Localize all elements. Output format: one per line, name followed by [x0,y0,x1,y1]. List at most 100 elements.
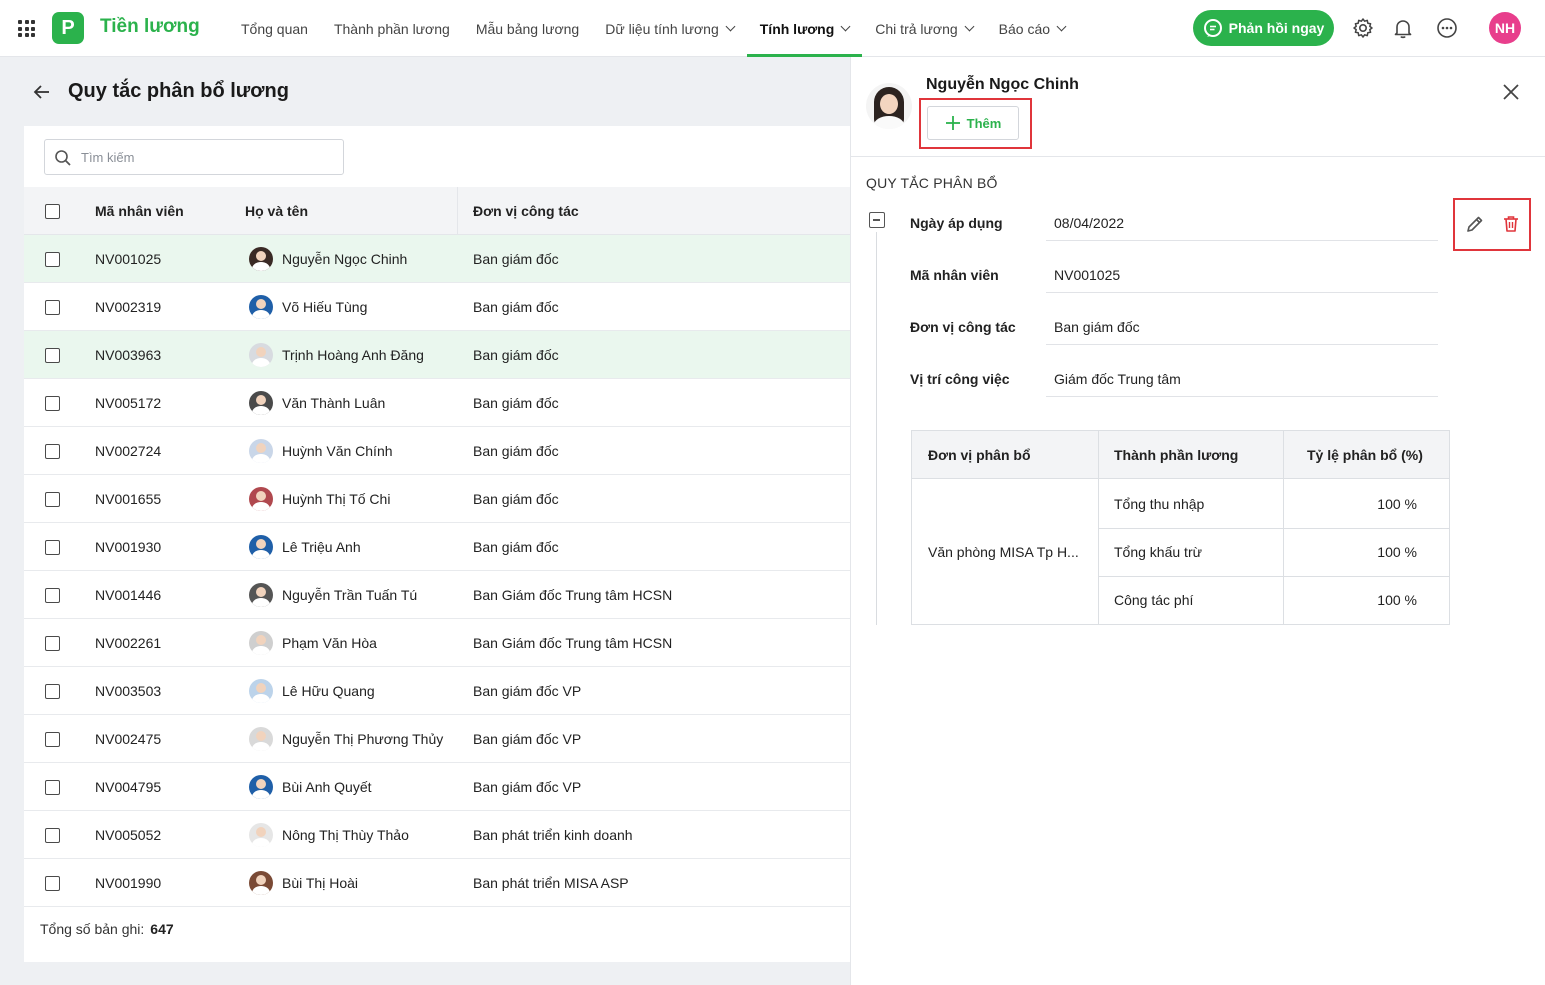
nav-item-label: Báo cáo [998,20,1051,37]
employee-name-cell: Phạm Văn Hòa [249,619,377,667]
table-row[interactable]: NV001990 Bùi Thị Hoài Ban phát triển MISA … [24,859,850,907]
nav-item[interactable]: Mẫu bảng lương [463,0,592,57]
employee-name: Võ Hiếu Tùng [282,299,368,315]
employee-name: Lê Hữu Quang [282,683,375,699]
avatar [249,631,273,655]
more-options-icon[interactable] [1436,17,1458,39]
total-records-count: 647 [150,921,174,937]
notification-bell-icon[interactable] [1392,17,1414,39]
row-checkbox[interactable] [45,780,60,795]
nav-item[interactable]: Chi trả lương [862,0,985,57]
apps-grid-icon[interactable] [18,20,35,37]
employee-code: NV001990 [95,875,162,891]
search-icon [55,150,71,166]
table-row[interactable]: NV001655 Huỳnh Thị Tố Chi Ban giám đốc [24,475,850,523]
nav-item[interactable]: Tính lương [746,0,863,57]
employee-name: Bùi Thị Hoài [282,875,359,891]
table-row[interactable]: NV002724 Huỳnh Văn Chính Ban giám đốc [24,427,850,475]
employee-name: Nguyễn Ngọc Chinh [282,251,408,267]
allocation-table: Đơn vị phân bổ Thành phần lương Tỷ lệ ph… [911,430,1450,625]
employee-name-cell: Lê Hữu Quang [249,667,375,715]
nav-item[interactable]: Thành phần lương [321,0,463,57]
search-input[interactable]: Tìm kiếm [44,139,344,175]
employee-name: Huỳnh Văn Chính [282,443,393,459]
employee-name-cell: Nông Thị Thùy Thảo [249,811,409,859]
app-name[interactable]: Tiền lương [100,16,200,38]
row-checkbox[interactable] [45,444,60,459]
table-row[interactable]: NV001025 Nguyễn Ngọc Chinh Ban giám đốc [24,235,850,283]
field-apply-date: Ngày áp dụng 08/04/2022 [910,205,1438,241]
settings-gear-icon[interactable] [1352,17,1374,39]
employee-code: NV004795 [95,779,162,795]
employee-code: NV002261 [95,635,162,651]
column-header-unit[interactable]: Đơn vị công tác [473,187,579,235]
employee-unit: Ban Giám đốc Trung tâm HCSN [473,635,673,651]
employee-unit: Ban Giám đốc Trung tâm HCSN [473,587,673,603]
avatar [249,487,273,511]
avatar [249,823,273,847]
employee-unit: Ban giám đốc [473,539,559,555]
row-checkbox[interactable] [45,300,60,315]
page-title: Quy tắc phân bổ lương [68,80,289,102]
avatar [249,871,273,895]
user-avatar[interactable]: NH [1489,12,1521,44]
row-checkbox[interactable] [45,828,60,843]
table-row[interactable]: NV005172 Văn Thành Luân Ban giám đốc [24,379,850,427]
allocation-header-component: Thành phần lương [1114,447,1239,463]
employee-code: NV002475 [95,731,162,747]
avatar [249,247,273,271]
table-row[interactable]: NV003963 Trịnh Hoàng Anh Đăng Ban giám đốc [24,331,850,379]
employee-name-cell: Huỳnh Văn Chính [249,427,393,475]
collapse-icon[interactable] [869,212,885,228]
nav-item-label: Mẫu bảng lương [475,20,580,37]
allocation-unit: Văn phòng MISA Tp H... [928,544,1079,560]
allocation-ratio: 100 % [1377,544,1417,560]
employee-unit: Ban giám đốc [473,347,559,363]
row-checkbox[interactable] [45,636,60,651]
nav-item-label: Dữ liệu tính lương [605,20,719,37]
employee-code: NV003963 [95,347,162,363]
row-checkbox[interactable] [45,396,60,411]
table-row[interactable]: NV004795 Bùi Anh Quyết Ban giám đốc VP [24,763,850,811]
close-icon[interactable] [1501,82,1521,102]
avatar [249,439,273,463]
nav-item[interactable]: Dữ liệu tính lương [592,0,747,57]
employee-name-cell: Nguyễn Ngọc Chinh [249,235,407,283]
employee-name: Nguyễn Thị Phương Thủy [282,731,444,747]
allocation-header-ratio: Tỷ lệ phân bổ (%) [1307,447,1423,463]
row-checkbox[interactable] [45,252,60,267]
table-row[interactable]: NV003503 Lê Hữu Quang Ban giám đốc VP [24,667,850,715]
column-header-name[interactable]: Họ và tên [245,187,308,235]
row-checkbox[interactable] [45,876,60,891]
employee-name-cell: Bùi Thị Hoài [249,859,358,907]
employee-unit: Ban giám đốc VP [473,683,582,699]
row-checkbox[interactable] [45,540,60,555]
column-header-code[interactable]: Mã nhân viên [95,187,184,235]
row-checkbox[interactable] [45,492,60,507]
employee-unit: Ban giám đốc VP [473,731,582,747]
table-row[interactable]: NV002475 Nguyễn Thị Phương Thủy Ban giám đ… [24,715,850,763]
detail-panel: Nguyễn Ngọc Chinh Thêm QUY TẮC PHÂN BỔ N… [850,57,1545,985]
nav-item[interactable]: Báo cáo [986,0,1078,57]
back-arrow-icon[interactable] [32,82,52,102]
employee-unit: Ban giám đốc [473,491,559,507]
table-row[interactable]: NV002261 Phạm Văn Hòa Ban Giám đốc Trung t… [24,619,850,667]
section-title: QUY TẮC PHÂN BỔ [866,175,998,191]
employee-name: Nguyễn Trần Tuấn Tú [282,587,418,603]
chevron-down-icon [1056,21,1067,32]
employee-code: NV002724 [95,443,162,459]
nav-item[interactable]: Tổng quan [228,0,321,57]
feedback-button[interactable]: Phản hồi ngay [1193,10,1334,46]
table-row[interactable]: NV005052 Nông Thị Thùy Thảo Ban phát triển… [24,811,850,859]
allocation-ratio: 100 % [1377,496,1417,512]
row-checkbox[interactable] [45,732,60,747]
row-checkbox[interactable] [45,348,60,363]
employee-name: Nguyễn Ngọc Chinh [926,76,1079,93]
table-row[interactable]: NV001446 Nguyễn Trần Tuấn Tú Ban Giám đốc … [24,571,850,619]
row-checkbox[interactable] [45,588,60,603]
table-row[interactable]: NV001930 Lê Triệu Anh Ban giám đốc [24,523,850,571]
row-checkbox[interactable] [45,684,60,699]
app-logo[interactable]: P [52,12,84,44]
table-row[interactable]: NV002319 Võ Hiếu Tùng Ban giám đốc [24,283,850,331]
select-all-checkbox[interactable] [45,204,60,219]
